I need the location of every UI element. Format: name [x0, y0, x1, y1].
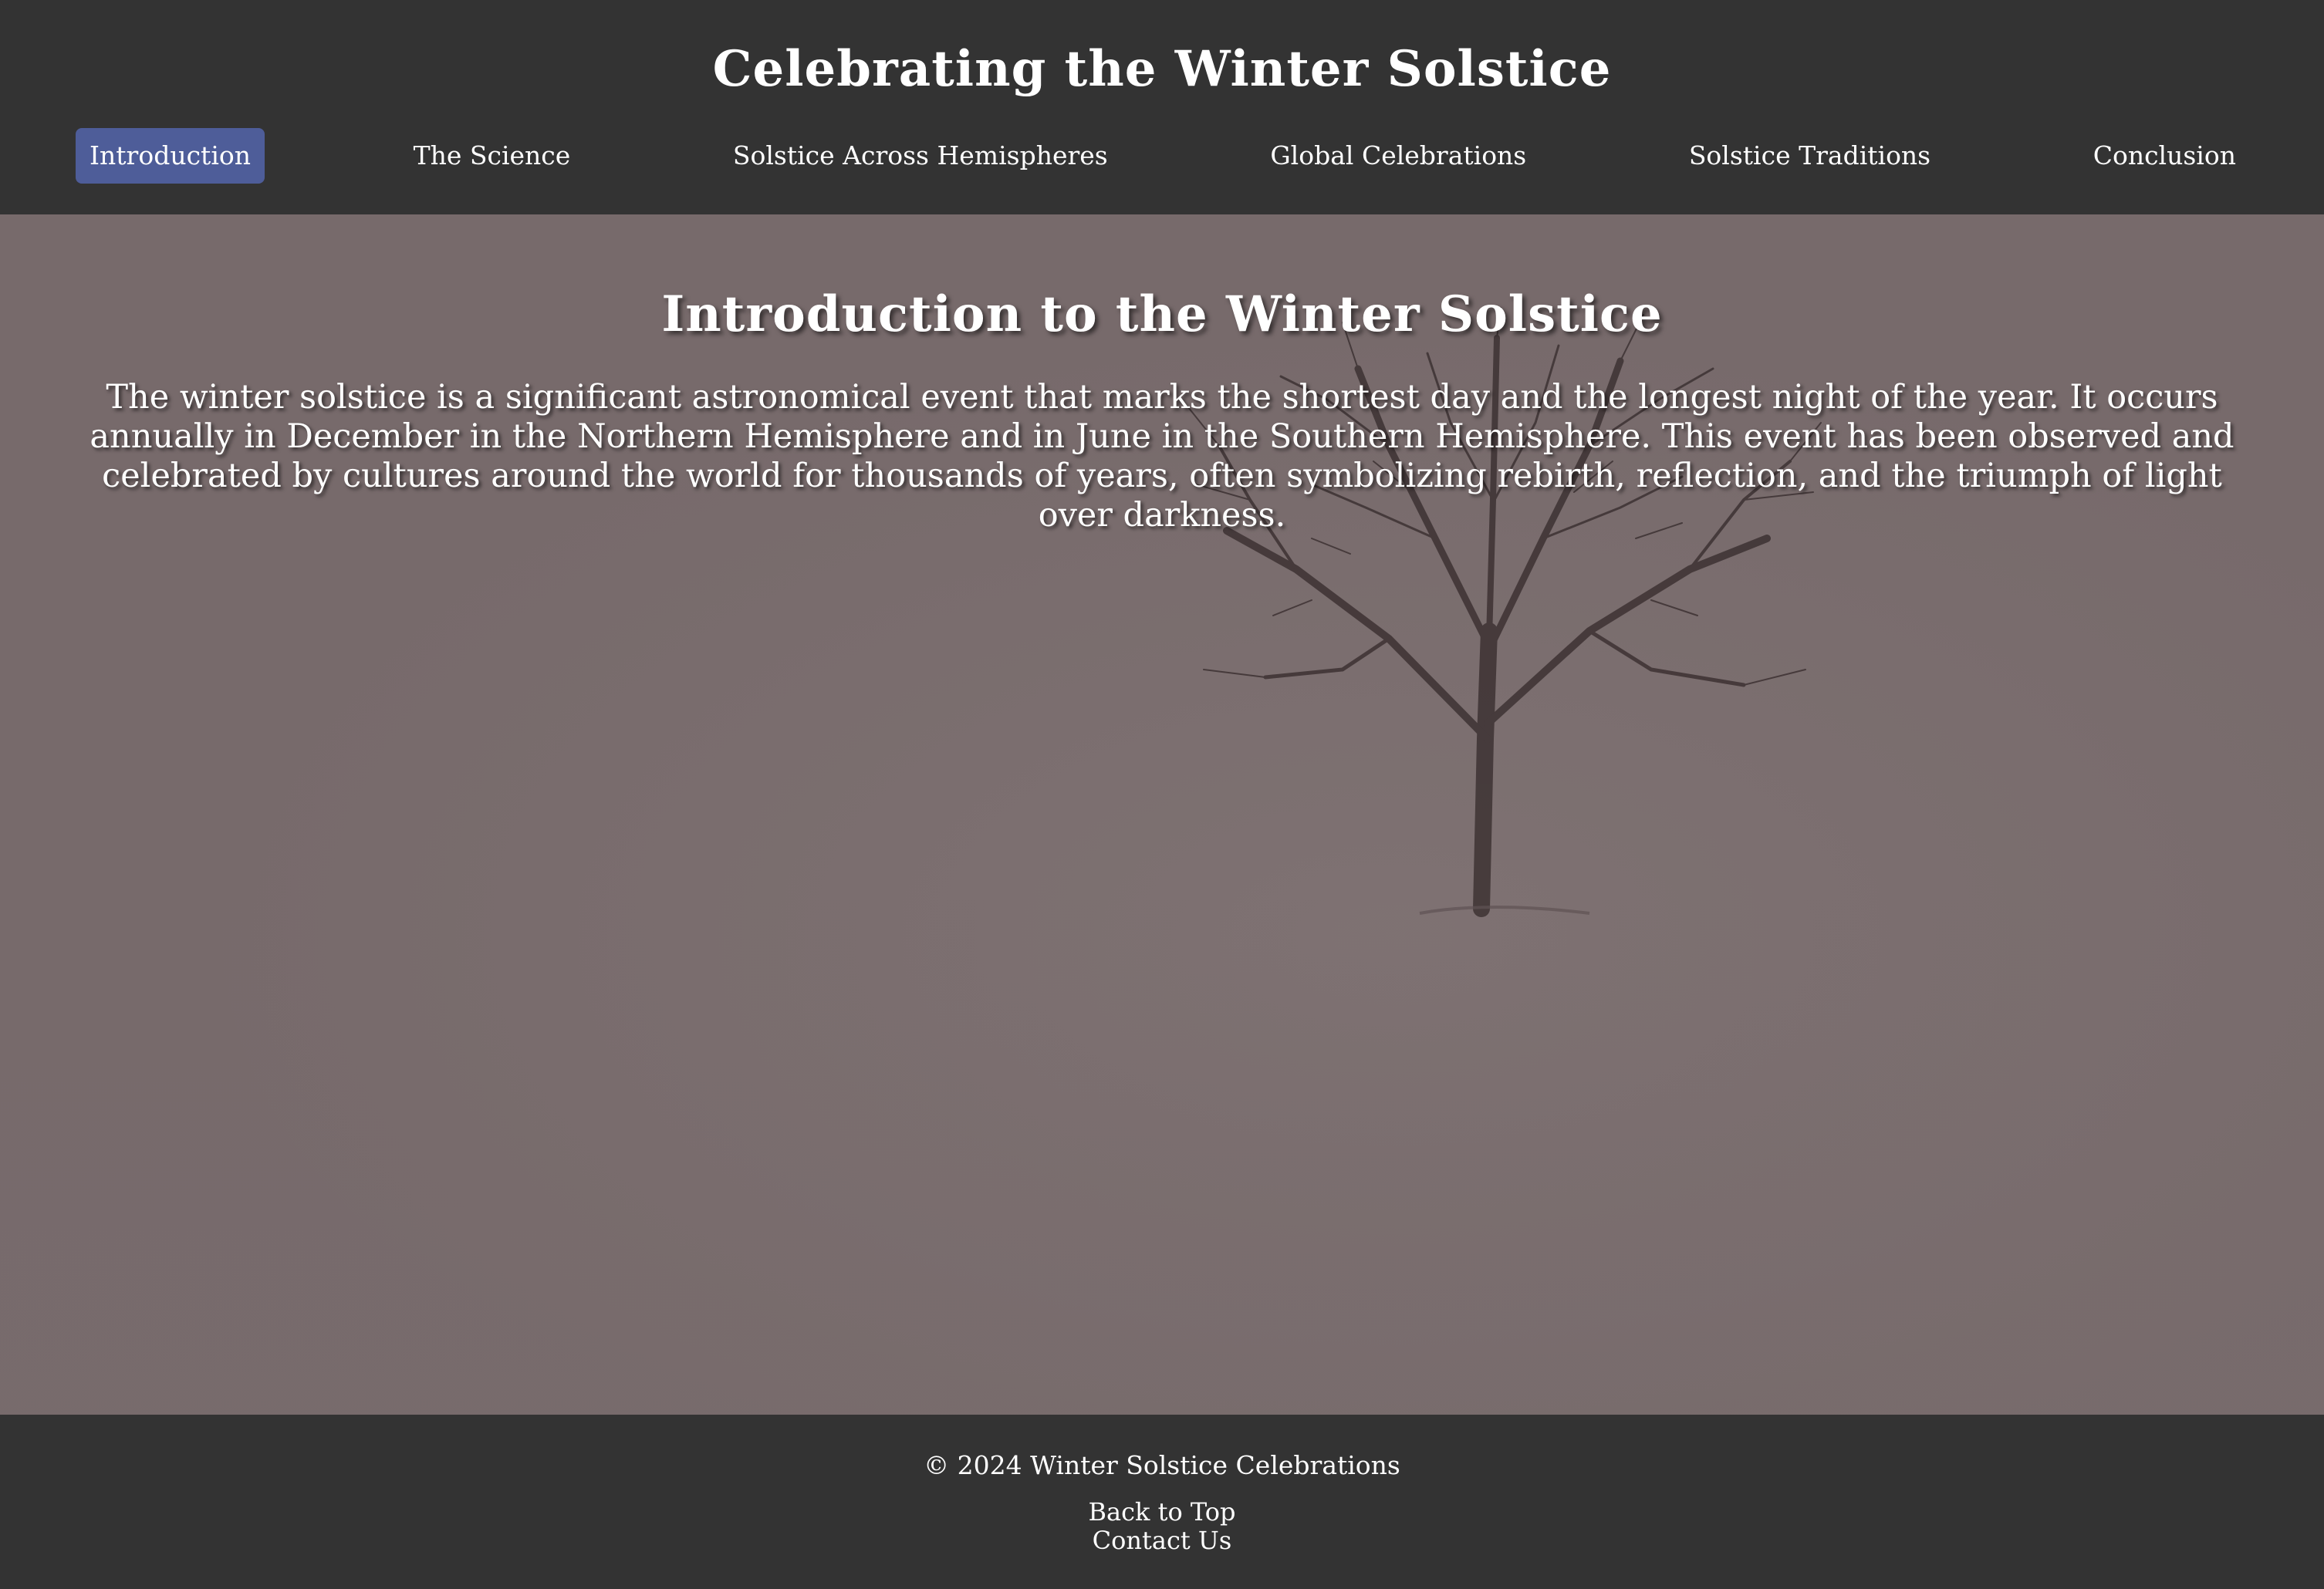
- section-paragraph: The winter solstice is a significant ast…: [90, 378, 2234, 535]
- nav-global-celebrations[interactable]: Global Celebrations: [1256, 128, 1540, 184]
- nav-solstice-across-hemispheres[interactable]: Solstice Across Hemispheres: [719, 128, 1122, 184]
- site-header: Celebrating the Winter Solstice Introduc…: [0, 0, 2324, 214]
- site-footer: © 2024 Winter Solstice Celebrations Back…: [0, 1415, 2324, 1589]
- copyright-text: © 2024 Winter Solstice Celebrations: [924, 1450, 1400, 1480]
- site-title: Celebrating the Winter Solstice: [712, 40, 1612, 98]
- intro-section: Introduction to the Winter Solstice The …: [0, 214, 2324, 1415]
- section-title: Introduction to the Winter Solstice: [661, 285, 1663, 343]
- nav-conclusion[interactable]: Conclusion: [2079, 128, 2250, 184]
- footer-links: Back to Top Contact Us: [0, 1498, 2324, 1555]
- nav-introduction[interactable]: Introduction: [76, 128, 265, 184]
- contact-us-link[interactable]: Contact Us: [1093, 1527, 1232, 1555]
- back-to-top-link[interactable]: Back to Top: [1089, 1498, 1236, 1527]
- nav-solstice-traditions[interactable]: Solstice Traditions: [1675, 128, 1944, 184]
- nav-the-science[interactable]: The Science: [400, 128, 585, 184]
- main-nav: Introduction The Science Solstice Across…: [76, 128, 2250, 184]
- snow-field: [0, 893, 2324, 1415]
